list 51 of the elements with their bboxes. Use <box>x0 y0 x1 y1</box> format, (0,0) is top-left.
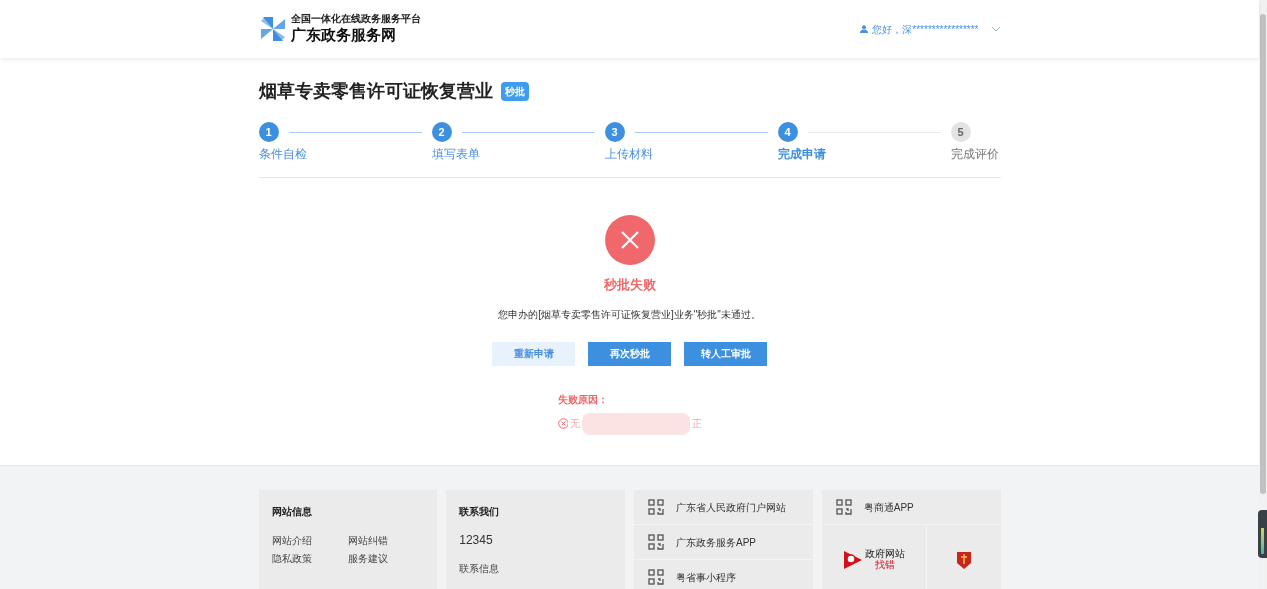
step-label: 上传材料 <box>604 146 654 163</box>
logo-text: 政府网站 <box>864 549 905 559</box>
step-label: 完成申请 <box>777 146 827 163</box>
instant-approval-badge: 秒批 <box>500 82 529 101</box>
hotline-number: 12345 <box>459 532 493 549</box>
user-greeting[interactable]: 您好，深***************** <box>872 21 979 37</box>
qr-link-label[interactable]: 粤省事小程序 <box>676 569 736 585</box>
qr-code-icon <box>648 499 664 515</box>
qr-code-icon <box>835 499 852 515</box>
qr-code-icon <box>648 534 664 550</box>
result-message: 您申办的[烟草专卖零售许可证恢复营业]业务"秒批"未通过。 <box>498 307 761 322</box>
qr-link-row[interactable]: 广东政务服务APP <box>634 525 813 559</box>
step-label: 填写表单 <box>431 146 481 163</box>
card-title: 联系我们 <box>459 505 500 519</box>
failure-reason-label: 失败原因： <box>557 392 609 407</box>
site-title: 广东政务服务网 <box>290 25 397 45</box>
qr-code-icon <box>648 569 664 585</box>
qr-link-row[interactable]: 粤省事小程序 <box>634 560 813 589</box>
qr-link-label[interactable]: 广东省人民政府门户网站 <box>676 499 786 515</box>
qr-link-row[interactable]: 广东省人民政府门户网站 <box>634 490 813 524</box>
site-subtitle: 全国一体化在线政务服务平台 <box>290 13 421 26</box>
qr-link-label[interactable]: 粤商通APP <box>863 499 914 515</box>
magnifier-flag-icon <box>842 549 863 570</box>
error-circle-icon <box>557 418 569 429</box>
reason-text-end: 正 <box>691 417 702 431</box>
logo-icon <box>258 15 287 43</box>
logo-text: 找错 <box>874 560 895 570</box>
scrollbar-thumb[interactable] <box>1260 14 1266 494</box>
failure-icon <box>604 215 655 265</box>
chevron-down-icon[interactable] <box>990 26 1001 32</box>
reason-text-start: 无 <box>570 417 581 431</box>
footer-link[interactable]: 联系信息 <box>459 561 500 576</box>
result-title: 秒批失败 <box>603 276 656 294</box>
qr-link-label[interactable]: 广东政务服务APP <box>676 534 756 550</box>
step-number: 1 <box>258 122 279 142</box>
footer-link[interactable]: 网站纠错 <box>347 533 425 548</box>
page-title: 烟草专卖零售许可证恢复营业 <box>258 80 493 103</box>
card-title: 网站信息 <box>271 505 313 519</box>
footer-link[interactable]: 网站介绍 <box>271 533 348 548</box>
footer-link[interactable]: 隐私政策 <box>271 551 348 566</box>
step-number: 4 <box>777 122 798 142</box>
step-number: 5 <box>950 122 971 142</box>
qr-link-row[interactable]: 粤商通APP <box>821 490 1001 524</box>
step-label: 条件自检 <box>258 146 308 163</box>
step-number: 3 <box>604 122 625 142</box>
side-widget[interactable] <box>1258 510 1267 558</box>
step-number: 2 <box>431 122 452 142</box>
shield-emblem-icon <box>955 549 972 570</box>
step-label: 完成评价 <box>950 146 1000 163</box>
user-icon <box>860 25 869 33</box>
footer-link[interactable]: 服务建议 <box>347 551 425 566</box>
